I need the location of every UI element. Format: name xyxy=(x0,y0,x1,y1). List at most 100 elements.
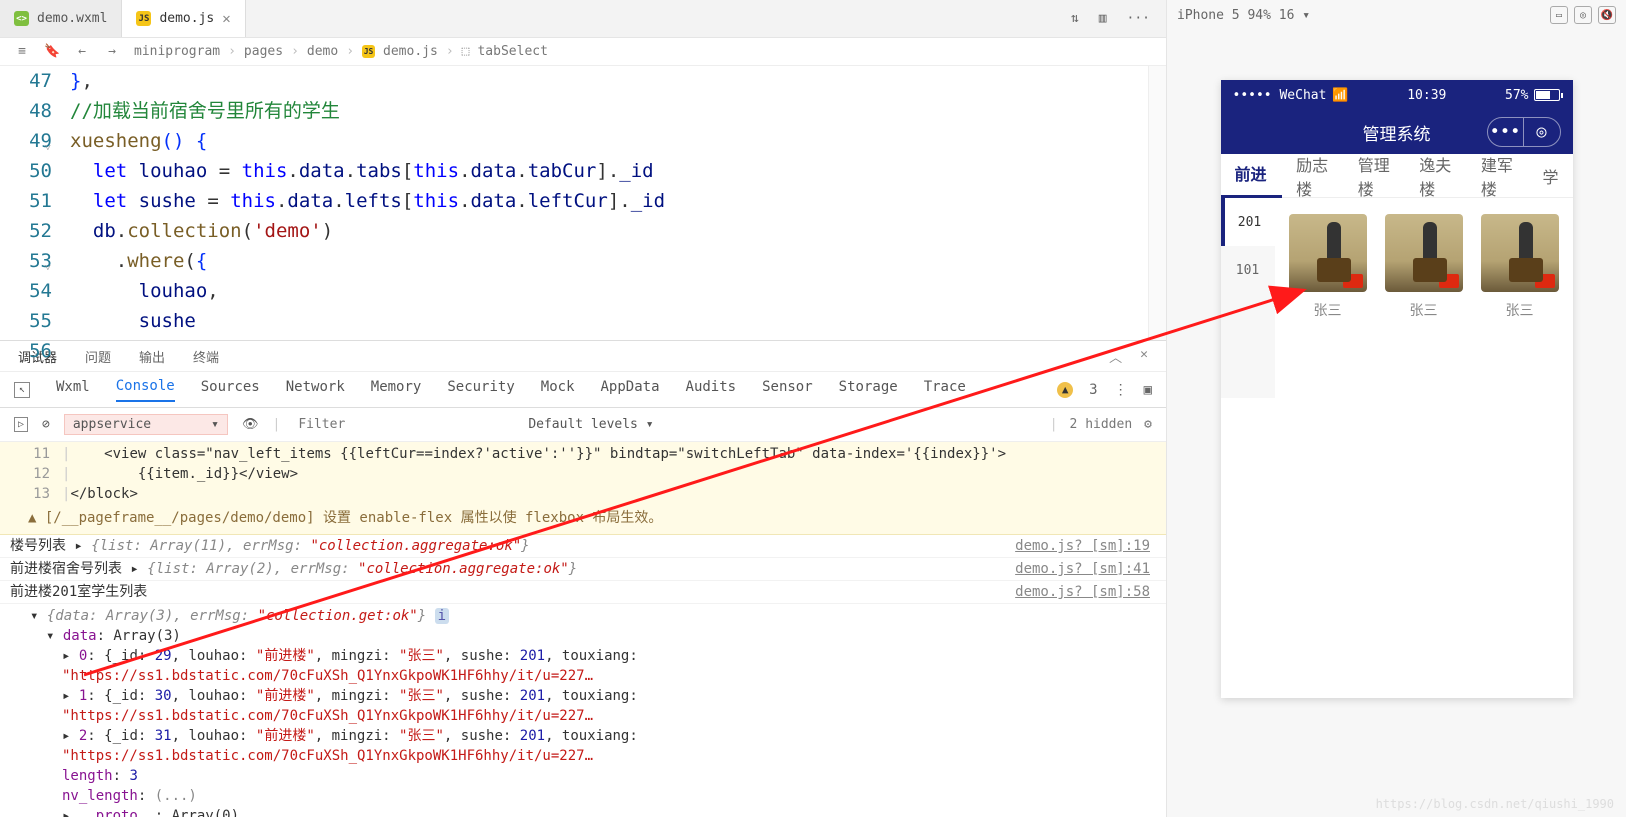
array-item[interactable]: ▸ 1: {_id: 30, louhao: "前进楼", mingzi: "张… xyxy=(62,686,1156,726)
tab-demo-wxml[interactable]: <> demo.wxml xyxy=(0,0,122,37)
watermark: https://blog.csdn.net/qiushi_1990 xyxy=(1376,797,1614,811)
device-select[interactable]: iPhone 5 94% 16 ▾ xyxy=(1177,8,1310,23)
avatar xyxy=(1385,214,1463,292)
minimap[interactable] xyxy=(1148,66,1166,340)
close-icon[interactable]: ✕ xyxy=(222,11,230,27)
devtab-audits[interactable]: Audits xyxy=(686,379,737,401)
top-tabs: 前进楼励志楼管理楼逸夫楼建军楼学 xyxy=(1221,154,1573,198)
target-icon[interactable]: ◎ xyxy=(1524,118,1560,146)
devtab-sources[interactable]: Sources xyxy=(201,379,260,401)
left-nav-item[interactable]: 101 xyxy=(1221,246,1275,294)
console-output[interactable]: 11| <view class="nav_left_items {{leftCu… xyxy=(0,442,1166,817)
breadcrumb[interactable]: miniprogram› pages› demo› JS demo.js› ⬚ … xyxy=(134,44,548,59)
wifi-icon: 📶 xyxy=(1332,88,1348,103)
live-icon[interactable]: 👁 xyxy=(242,417,259,432)
panel-tabs: 调试器 问题 输出 终端 ︿ ✕ xyxy=(0,340,1166,372)
js-icon: JS xyxy=(362,45,375,58)
collapse-icon[interactable]: ︿ xyxy=(1109,347,1122,366)
filter-input[interactable] xyxy=(294,413,514,436)
simulator-panel: iPhone 5 94% 16 ▾ ▭ ◎ 🔇 ••••• WeChat📶 10… xyxy=(1166,0,1626,817)
devtab-security[interactable]: Security xyxy=(447,379,514,401)
top-tab[interactable]: 管理楼 xyxy=(1344,152,1406,200)
log-object[interactable]: ▾ {data: Array(3), errMsg: "collection.g… xyxy=(30,606,1156,626)
array-item[interactable]: ▸ 2: {_id: 31, louhao: "前进楼", mingzi: "张… xyxy=(62,726,1156,766)
rotate-icon[interactable]: ▭ xyxy=(1550,6,1568,24)
tabbar-actions: ⇅ ▥ ··· xyxy=(1055,0,1166,37)
home-icon[interactable]: ◎ xyxy=(1574,6,1592,24)
devtools-tabs: ↖ Wxml Console Sources Network Memory Se… xyxy=(0,372,1166,408)
student-card[interactable]: 张三 xyxy=(1385,214,1463,382)
close-icon[interactable]: ✕ xyxy=(1140,347,1148,366)
devtab-storage[interactable]: Storage xyxy=(839,379,898,401)
devtab-console[interactable]: Console xyxy=(116,378,175,402)
code-editor[interactable]: 474849˅50515253˅545556 },//加载当前宿舍号里所有的学生… xyxy=(0,66,1166,340)
dock-icon[interactable]: ▣ xyxy=(1144,382,1152,398)
left-nav-item[interactable]: 201 xyxy=(1221,198,1275,246)
student-grid: 张三张三张三 xyxy=(1275,198,1573,398)
mute-icon[interactable]: 🔇 xyxy=(1598,6,1616,24)
warn-count: 3 xyxy=(1089,382,1097,398)
line-gutter: 474849˅50515253˅545556 xyxy=(0,66,70,340)
student-name: 张三 xyxy=(1385,300,1463,320)
menu-icon[interactable]: ••• xyxy=(1488,118,1524,146)
devtab-trace[interactable]: Trace xyxy=(924,379,966,401)
array-item[interactable]: ▸ 0: {_id: 29, louhao: "前进楼", mingzi: "张… xyxy=(62,646,1156,686)
log-array[interactable]: ▾ data: Array(3) xyxy=(46,626,1156,646)
gear-icon[interactable]: ⚙ xyxy=(1144,417,1152,432)
device-frame: ••••• WeChat📶 10:39 57% 管理系统 •••◎ 前进楼励志楼… xyxy=(1221,80,1573,698)
warn-badge[interactable]: ▲ xyxy=(1057,382,1073,398)
menu-icon[interactable]: ⋮ xyxy=(1114,382,1128,398)
top-tab[interactable]: 前进楼 xyxy=(1221,154,1283,198)
page-title: 管理系统 xyxy=(1363,120,1431,145)
student-card[interactable]: 张三 xyxy=(1481,214,1559,382)
list-icon[interactable]: ≡ xyxy=(14,44,30,59)
inspect-icon[interactable]: ↖ xyxy=(14,382,30,398)
student-card[interactable]: 张三 xyxy=(1289,214,1367,382)
warn-msg: ▲ [/__pageframe__/pages/demo/demo] 设置 en… xyxy=(28,508,1156,528)
levels-select[interactable]: Default levels ▾ xyxy=(528,417,653,432)
top-tab[interactable]: 逸夫楼 xyxy=(1405,152,1467,200)
student-name: 张三 xyxy=(1289,300,1367,320)
more-icon[interactable]: ··· xyxy=(1127,11,1150,26)
top-tab[interactable]: 励志楼 xyxy=(1282,152,1344,200)
devtab-memory[interactable]: Memory xyxy=(371,379,422,401)
left-nav: 201101 xyxy=(1221,198,1275,398)
capsule[interactable]: •••◎ xyxy=(1487,117,1561,147)
editor-tabbar: <> demo.wxml JS demo.js ✕ ⇅ ▥ ··· xyxy=(0,0,1166,38)
console-toolbar: ▷ ⊘ appservice▾ 👁 | Default levels ▾ | 2… xyxy=(0,408,1166,442)
tab-label: demo.js xyxy=(159,11,214,26)
top-tab[interactable]: 学 xyxy=(1528,164,1572,188)
panel-tab-output[interactable]: 输出 xyxy=(139,347,165,366)
top-tab[interactable]: 建军楼 xyxy=(1467,152,1529,200)
simulator-toolbar: iPhone 5 94% 16 ▾ ▭ ◎ 🔇 xyxy=(1167,0,1626,30)
panel-tab-terminal[interactable]: 终端 xyxy=(193,347,219,366)
js-icon: JS xyxy=(136,11,151,26)
console-log[interactable]: 楼号列表 ▸ {list: Array(11), errMsg: "collec… xyxy=(0,535,1166,558)
student-name: 张三 xyxy=(1481,300,1559,320)
devtab-mock[interactable]: Mock xyxy=(541,379,575,401)
devtab-network[interactable]: Network xyxy=(286,379,345,401)
bookmark-icon[interactable]: 🔖 xyxy=(44,44,60,59)
context-select[interactable]: appservice▾ xyxy=(64,414,228,435)
wxml-icon: <> xyxy=(14,11,29,26)
play-icon[interactable]: ▷ xyxy=(14,417,28,432)
tab-demo-js[interactable]: JS demo.js ✕ xyxy=(122,0,245,37)
split-icon[interactable]: ▥ xyxy=(1099,11,1107,26)
compare-icon[interactable]: ⇅ xyxy=(1071,11,1079,26)
forward-icon[interactable]: → xyxy=(104,44,120,59)
clock: 10:39 xyxy=(1407,88,1446,103)
back-icon[interactable]: ← xyxy=(74,44,90,59)
console-log[interactable]: 前进楼201室学生列表 demo.js? [sm]:58 xyxy=(0,581,1166,604)
panel-tab-problems[interactable]: 问题 xyxy=(85,347,111,366)
app-navbar: 管理系统 •••◎ xyxy=(1221,110,1573,154)
devtab-appdata[interactable]: AppData xyxy=(601,379,660,401)
avatar xyxy=(1481,214,1559,292)
console-log[interactable]: 前进楼宿舍号列表 ▸ {list: Array(2), errMsg: "col… xyxy=(0,558,1166,581)
devtab-sensor[interactable]: Sensor xyxy=(762,379,813,401)
hidden-count[interactable]: 2 hidden xyxy=(1070,417,1133,432)
devtab-wxml[interactable]: Wxml xyxy=(56,379,90,401)
clear-icon[interactable]: ⊘ xyxy=(42,417,50,432)
code-body[interactable]: },//加载当前宿舍号里所有的学生xuesheng() { let louhao… xyxy=(70,66,1148,340)
tab-label: demo.wxml xyxy=(37,11,107,26)
console-warning: 11| <view class="nav_left_items {{leftCu… xyxy=(0,442,1166,535)
